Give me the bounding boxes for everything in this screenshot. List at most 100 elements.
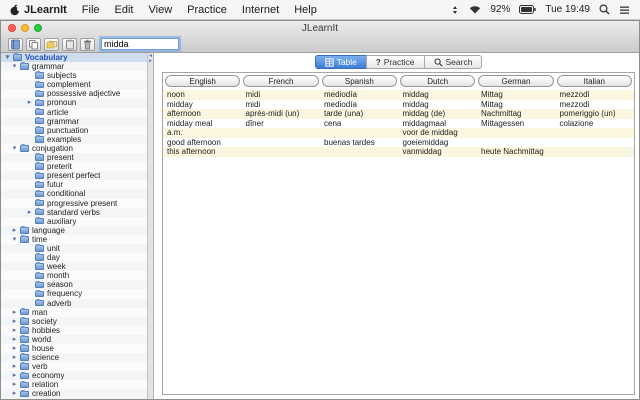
tree-item-unit[interactable]: unit	[1, 243, 147, 254]
tree-item-article[interactable]: article	[1, 108, 147, 117]
split-divider[interactable]: ◂ ▸	[147, 53, 154, 399]
chevron-down-icon[interactable]: ▾	[10, 144, 19, 153]
wifi-icon[interactable]	[469, 5, 481, 14]
chevron-right-icon[interactable]: ▸	[10, 226, 19, 235]
chevron-right-icon[interactable]: ▸	[10, 380, 19, 389]
tree-item-month[interactable]: month	[1, 271, 147, 280]
close-button[interactable]	[8, 24, 16, 32]
table-row[interactable]: this afternoon vanmiddag heute Nachmittag	[163, 147, 634, 157]
tree-item-economy[interactable]: ▸ economy	[1, 371, 147, 381]
battery-icon[interactable]	[519, 5, 537, 14]
tab-practice[interactable]: ? Practice	[365, 55, 425, 69]
tree-item-punctuation[interactable]: punctuation	[1, 126, 147, 135]
tree-item-preterit[interactable]: preterit	[1, 162, 147, 171]
tree-label: day	[47, 253, 60, 263]
column-header-german[interactable]: German	[478, 75, 554, 87]
tree-item-relation[interactable]: ▸ relation	[1, 380, 147, 389]
chevron-right-icon[interactable]: ▸	[10, 371, 19, 380]
table-row[interactable]: good afternoon buenas tardes goeiemiddag	[163, 138, 634, 148]
tree-item-standard-verbs[interactable]: ▸ standard verbs	[1, 207, 147, 217]
tree-item-language[interactable]: ▸ language	[1, 225, 147, 235]
tree-item-hobbies[interactable]: ▸ hobbies	[1, 326, 147, 335]
titlebar[interactable]: JLearnIt	[1, 21, 639, 36]
column-header-french[interactable]: French	[243, 75, 319, 87]
chevron-right-icon[interactable]: ▸	[10, 317, 19, 326]
tree-item-futur[interactable]: futur	[1, 180, 147, 189]
tree-item-present-perfect[interactable]: present perfect	[1, 171, 147, 181]
tree-item-week[interactable]: week	[1, 262, 147, 272]
spotlight-icon[interactable]	[599, 4, 610, 15]
paste-button[interactable]	[62, 37, 77, 51]
updown-arrows-icon[interactable]	[450, 5, 460, 15]
table-row[interactable]: midday meal dîner cena middagmaal Mittagesse…	[163, 119, 634, 129]
tree-item-auxiliary[interactable]: auxiliary	[1, 217, 147, 226]
tree-item-pronoun[interactable]: ▸ pronoun	[1, 98, 147, 108]
tree-item-season[interactable]: season	[1, 280, 147, 290]
tree-item-creation[interactable]: ▸ creation	[1, 389, 147, 399]
chevron-down-icon[interactable]: ▾	[10, 62, 19, 71]
tree-item-day[interactable]: day	[1, 253, 147, 262]
chevron-right-icon[interactable]: ▸	[10, 335, 19, 344]
column-header-spanish[interactable]: Spanish	[321, 75, 397, 87]
menu-help[interactable]: Help	[294, 4, 317, 16]
table-row[interactable]: afternoon après-midi (un) tarde (una) midda…	[163, 109, 634, 119]
column-header-english[interactable]: English	[165, 75, 241, 87]
tree-item-time[interactable]: ▾ time	[1, 235, 147, 244]
chevron-right-icon[interactable]: ▸	[10, 389, 19, 398]
zoom-button[interactable]	[34, 24, 42, 32]
tree-item-complement[interactable]: complement	[1, 80, 147, 90]
chevron-right-icon[interactable]: ▸	[10, 308, 19, 317]
folders-button[interactable]	[44, 37, 59, 51]
menu-internet[interactable]: Internet	[242, 4, 279, 16]
tree-item-frequency[interactable]: frequency	[1, 289, 147, 298]
menu-file[interactable]: File	[82, 4, 100, 16]
notification-center-icon[interactable]	[619, 5, 630, 15]
tree-item-society[interactable]: ▸ society	[1, 316, 147, 326]
menu-view[interactable]: View	[149, 4, 173, 16]
chevron-down-icon[interactable]: ▾	[3, 53, 12, 62]
chevron-right-icon[interactable]: ▸	[10, 344, 19, 353]
tree-item-examples[interactable]: examples	[1, 134, 147, 144]
tree-item-verb[interactable]: ▸ verb	[1, 362, 147, 371]
tree-item-adverb[interactable]: adverb	[1, 298, 147, 308]
search-input[interactable]	[101, 38, 179, 50]
chevron-right-icon[interactable]: ▸	[10, 326, 19, 335]
menu-edit[interactable]: Edit	[115, 4, 134, 16]
chevron-right-icon[interactable]: ▸	[10, 353, 19, 362]
delete-button[interactable]	[80, 37, 95, 51]
chevron-right-icon[interactable]: ▸	[25, 98, 34, 107]
tree-item-subjects[interactable]: subjects	[1, 71, 147, 80]
tab-search[interactable]: Search	[423, 55, 483, 69]
chevron-down-icon[interactable]: ▾	[10, 235, 19, 244]
tree-item-possessive-adjective[interactable]: possessive adjective	[1, 89, 147, 98]
apple-menu-icon[interactable]	[10, 4, 20, 16]
chevron-right-icon[interactable]: ▸	[10, 362, 19, 371]
table-cell: good afternoon	[167, 137, 221, 147]
chevron-right-icon[interactable]: ▸	[25, 208, 34, 217]
tree-item-house[interactable]: ▸ house	[1, 344, 147, 353]
tree-item-science[interactable]: ▸ science	[1, 353, 147, 363]
tab-table[interactable]: Table	[314, 55, 367, 69]
menu-practice[interactable]: Practice	[187, 4, 227, 16]
tree-item-man[interactable]: ▸ man	[1, 308, 147, 317]
tree-item-conjugation[interactable]: ▾ conjugation	[1, 144, 147, 153]
vocab-tree: ▾ Vocabulary ▾ grammar subjects complement pos…	[1, 53, 147, 399]
tree-item-grammar[interactable]: ▾ grammar	[1, 62, 147, 72]
tree-item-grammar[interactable]: grammar	[1, 116, 147, 126]
column-header-italian[interactable]: Italian	[556, 75, 632, 87]
table-row[interactable]: midday midi mediodía middag Mittag mezzodì	[163, 100, 634, 110]
tree-item-Vocabulary[interactable]: ▾ Vocabulary	[1, 53, 147, 63]
menu-jlearnit[interactable]: JLearnIt	[24, 4, 67, 16]
minimize-button[interactable]	[21, 24, 29, 32]
tree-item-present[interactable]: present	[1, 153, 147, 163]
copy-button[interactable]	[26, 37, 41, 51]
column-header-dutch[interactable]: Dutch	[399, 75, 476, 87]
tree-item-conditional[interactable]: conditional	[1, 189, 147, 199]
table-row[interactable]: a.m. voor de middag	[163, 128, 634, 138]
collapse-right-icon[interactable]: ▸	[149, 58, 152, 64]
dictionary-button[interactable]	[8, 37, 23, 51]
tree-item-world[interactable]: ▸ world	[1, 334, 147, 344]
tree-item-progressive-present[interactable]: progressive present	[1, 199, 147, 208]
table-row[interactable]: noon midi mediodía middag Mittag mezzodì	[163, 90, 634, 100]
menubar-clock[interactable]: Tue 19:49	[545, 4, 590, 15]
